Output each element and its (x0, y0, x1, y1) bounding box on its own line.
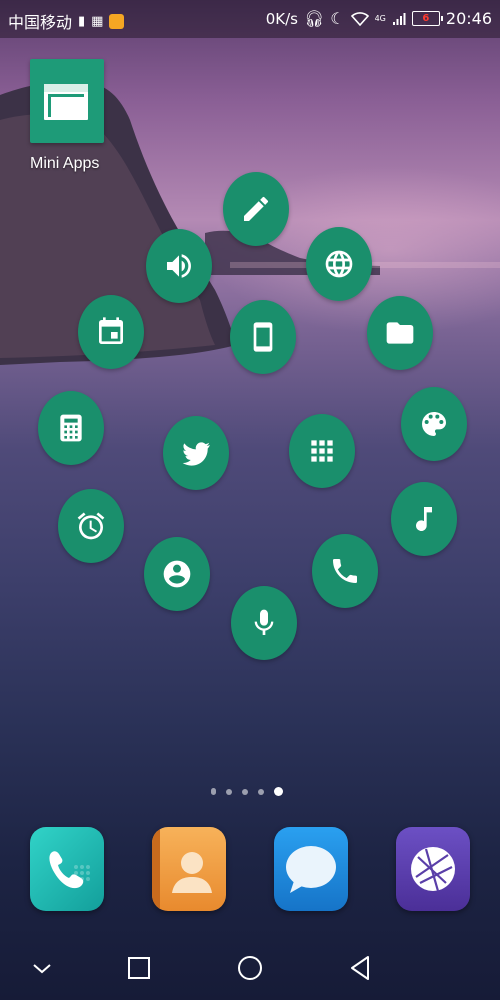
folder-bubble[interactable] (367, 296, 433, 370)
network-type: 4G (374, 14, 386, 23)
smartphone-icon (253, 322, 273, 352)
back-triangle-icon[interactable] (346, 953, 376, 983)
apps-grid-bubble[interactable] (289, 414, 355, 488)
contact-icon (163, 560, 191, 588)
window-icon (30, 59, 104, 143)
page-dot[interactable] (258, 788, 264, 795)
volume-icon (167, 254, 191, 278)
globe-icon (325, 250, 353, 278)
moon-icon: ☾ (330, 9, 345, 28)
messages-app-icon (286, 846, 336, 893)
calendar-bubble[interactable] (78, 295, 144, 369)
browser-app[interactable] (396, 827, 470, 911)
mini-apps-label: Mini Apps (30, 155, 100, 172)
browser-app-icon (411, 847, 455, 892)
music-note-icon (416, 507, 432, 532)
phone-icon (333, 559, 357, 583)
contacts-app-icon (152, 827, 212, 911)
notification-grid-icon: ▦ (91, 13, 104, 29)
calculator-bubble[interactable] (38, 391, 104, 465)
alarm-bubble[interactable] (58, 489, 124, 563)
pencil-icon (244, 196, 268, 221)
calendar-icon (99, 317, 123, 344)
contacts-app[interactable] (152, 827, 226, 911)
folder-icon (386, 322, 414, 344)
headset-icon: 🎧︎ (303, 9, 325, 28)
volume-bubble[interactable] (146, 229, 212, 303)
contact-bubble[interactable] (144, 537, 210, 611)
globe-bubble[interactable] (306, 227, 372, 301)
messages-app[interactable] (274, 827, 348, 911)
page-dot[interactable] (226, 788, 232, 795)
wifi-icon (350, 11, 369, 26)
mini-apps-shortcut[interactable]: Mini Apps (30, 59, 106, 179)
page-dot[interactable] (242, 788, 248, 795)
weibo-icon (109, 13, 125, 29)
battery-indicator: 6 (411, 11, 443, 26)
phone-app[interactable] (30, 827, 104, 911)
square-icon[interactable] (124, 953, 154, 983)
microphone-bubble[interactable] (231, 586, 297, 660)
music-bubble[interactable] (391, 482, 457, 556)
status-bar: 中国移动 ▮ ▦ 0K/s 🎧︎ ☾ 4G 6 20:46 (0, 0, 500, 38)
pencil-bubble[interactable] (223, 172, 289, 246)
apps-grid-icon (311, 440, 333, 462)
chevron-down-icon[interactable] (27, 953, 57, 983)
signal-icon (392, 12, 406, 25)
net-speed: 0K/s (265, 9, 298, 28)
page-dot-active[interactable] (274, 787, 283, 796)
smartphone-bubble[interactable] (230, 300, 296, 374)
alarm-icon (77, 512, 105, 540)
microphone-icon (254, 609, 274, 635)
twitter-icon (182, 442, 210, 466)
clock: 20:46 (445, 9, 492, 28)
palette-icon (422, 411, 446, 436)
calculator-icon (60, 414, 82, 442)
carrier-label: 中国移动 (8, 13, 73, 32)
navigation-bar (0, 935, 500, 1000)
circle-icon[interactable] (235, 953, 265, 983)
phone-bubble[interactable] (312, 534, 378, 608)
twitter-bubble[interactable] (163, 416, 229, 490)
page-dot[interactable] (211, 788, 216, 795)
phone-app-icon (49, 851, 90, 889)
sim-icon: ▮ (78, 13, 86, 29)
palette-bubble[interactable] (401, 387, 467, 461)
page-indicator (211, 787, 283, 796)
